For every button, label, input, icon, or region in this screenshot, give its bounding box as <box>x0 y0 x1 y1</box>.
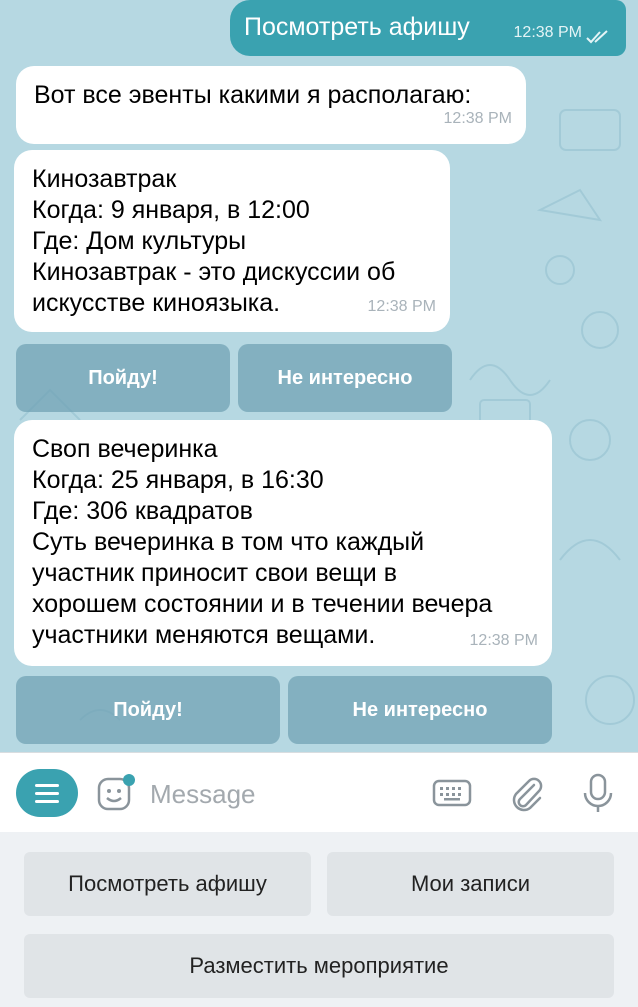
not-interested-button-label: Не интересно <box>277 366 413 389</box>
chat-area: Посмотреть афишу 12:38 PM Вот все эвенты… <box>0 0 638 752</box>
keyboard-button-post-event[interactable]: Разместить мероприятие <box>24 934 614 998</box>
event-message: Своп вечеринка Когда: 25 января, в 16:30… <box>14 420 552 666</box>
event-description: участник приносит свои вещи в <box>32 559 397 587</box>
not-interested-button-label: Не интересно <box>352 698 488 721</box>
message-time: 12:38 PM <box>443 110 512 127</box>
message-input[interactable] <box>150 775 410 813</box>
message-text: Вот все эвенты какими я располагаю: <box>34 81 472 109</box>
bot-menu-button[interactable] <box>16 769 78 817</box>
event-title: Своп вечеринка <box>32 435 218 463</box>
event-title: Кинозавтрак <box>32 165 177 193</box>
going-button-label: Пойду! <box>113 698 183 721</box>
keyboard-button-my-bookings[interactable]: Мои записи <box>327 852 614 916</box>
menu-line <box>35 783 59 787</box>
going-button[interactable]: Пойду! <box>16 676 280 744</box>
reply-keyboard: Посмотреть афишу Мои записи Разместить м… <box>0 832 638 1007</box>
message-time: 12:38 PM <box>469 632 538 649</box>
attach-icon[interactable] <box>506 773 546 813</box>
keyboard-icon[interactable] <box>432 777 472 809</box>
menu-line <box>35 791 59 795</box>
message-input-bar <box>0 752 638 832</box>
event-description: участники меняются вещами. <box>32 621 376 649</box>
outgoing-message: Посмотреть афишу 12:38 PM <box>230 0 626 56</box>
going-button-label: Пойду! <box>88 366 158 389</box>
keyboard-button-label: Мои записи <box>410 871 531 896</box>
incoming-message: Вот все эвенты какими я располагаю: 12:3… <box>16 66 526 144</box>
microphone-icon[interactable] <box>580 771 616 815</box>
event-message: Кинозавтрак Когда: 9 января, в 12:00 Где… <box>14 150 450 332</box>
going-button[interactable]: Пойду! <box>16 344 230 412</box>
keyboard-button-view-events[interactable]: Посмотреть афишу <box>24 852 311 916</box>
event-where: Где: Дом культуры <box>32 227 247 255</box>
double-check-icon <box>586 30 608 44</box>
sticker-icon[interactable] <box>96 773 136 813</box>
not-interested-button[interactable]: Не интересно <box>238 344 452 412</box>
not-interested-button[interactable]: Не интересно <box>288 676 552 744</box>
event-description: хорошем состоянии и в течении вечера <box>32 590 493 618</box>
outgoing-message-text: Посмотреть афишу <box>244 13 470 41</box>
event-when: Когда: 25 января, в 16:30 <box>32 466 324 494</box>
event-description: Кинозавтрак - это дискуссии об <box>32 258 396 286</box>
keyboard-button-label: Разместить мероприятие <box>189 953 449 978</box>
event-description: Суть вечеринка в том что каждый <box>32 528 425 556</box>
message-time: 12:38 PM <box>367 298 436 315</box>
keyboard-button-label: Посмотреть афишу <box>68 871 267 896</box>
event-when: Когда: 9 января, в 12:00 <box>32 196 310 224</box>
event-where: Где: 306 квадратов <box>32 497 253 525</box>
message-time: 12:38 PM <box>513 24 582 41</box>
menu-line <box>35 799 59 803</box>
